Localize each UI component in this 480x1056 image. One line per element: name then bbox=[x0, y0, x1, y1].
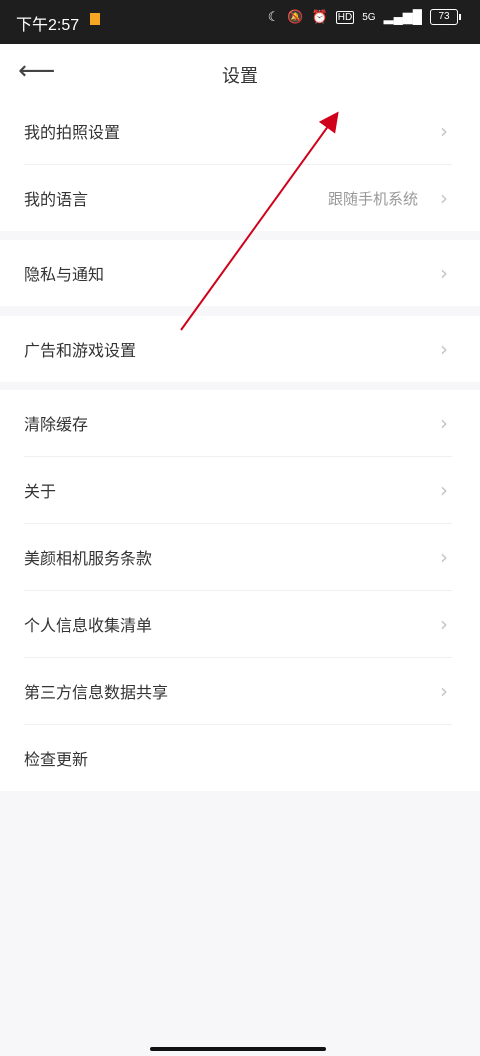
home-indicator[interactable] bbox=[150, 1047, 326, 1051]
alarm-icon: ⏰ bbox=[311, 9, 328, 24]
status-icons: ☾ 🔕 ⏰ HD 5G ▂▄▆█ 73 bbox=[267, 9, 461, 25]
chevron-right-icon: › bbox=[440, 337, 448, 361]
page-title: 设置 bbox=[222, 66, 258, 87]
hd-icon: HD bbox=[335, 10, 355, 24]
settings-row-clear-cache[interactable]: 清除缓存 › bbox=[24, 390, 452, 457]
row-label: 我的拍照设置 bbox=[24, 123, 121, 142]
status-time: 下午2:57 bbox=[16, 17, 80, 34]
chevron-right-icon: › bbox=[440, 186, 448, 210]
chevron-right-icon: › bbox=[440, 545, 448, 569]
settings-row-language[interactable]: 我的语言 跟随手机系统 › bbox=[24, 165, 452, 231]
mute-bell-icon: 🔕 bbox=[287, 9, 304, 24]
row-label: 清除缓存 bbox=[24, 415, 89, 434]
network-label: 5G bbox=[362, 11, 376, 23]
top-bar: ⟵ 设置 bbox=[0, 44, 480, 101]
chevron-right-icon: › bbox=[440, 478, 448, 502]
row-label: 个人信息收集清单 bbox=[24, 616, 153, 635]
row-label: 我的语言 bbox=[24, 190, 89, 209]
row-label: 美颜相机服务条款 bbox=[24, 549, 153, 568]
settings-group-2: 隐私与通知 › bbox=[0, 240, 480, 306]
row-label: 广告和游戏设置 bbox=[24, 341, 137, 360]
chevron-right-icon: › bbox=[440, 679, 448, 703]
battery-icon: 73 bbox=[430, 9, 461, 25]
signal-icon: ▂▄▆█ bbox=[383, 9, 422, 24]
row-label: 隐私与通知 bbox=[24, 265, 105, 284]
chevron-right-icon: › bbox=[440, 119, 448, 143]
row-label: 第三方信息数据共享 bbox=[24, 683, 169, 702]
settings-row-photo[interactable]: 我的拍照设置 › bbox=[24, 98, 452, 165]
settings-row-info-list[interactable]: 个人信息收集清单 › bbox=[24, 591, 452, 658]
row-label: 检查更新 bbox=[24, 750, 89, 769]
settings-row-privacy[interactable]: 隐私与通知 › bbox=[24, 240, 452, 306]
notification-flag-icon bbox=[90, 13, 100, 25]
chevron-right-icon: › bbox=[440, 612, 448, 636]
settings-row-about[interactable]: 关于 › bbox=[24, 457, 452, 524]
row-value: 跟随手机系统 bbox=[327, 189, 418, 208]
chevron-right-icon: › bbox=[440, 261, 448, 285]
settings-group-1: 我的拍照设置 › 我的语言 跟随手机系统 › bbox=[0, 98, 480, 231]
moon-icon: ☾ bbox=[267, 9, 280, 24]
settings-group-3: 广告和游戏设置 › bbox=[0, 316, 480, 382]
status-bar: 下午2:57 ☾ 🔕 ⏰ HD 5G ▂▄▆█ 73 bbox=[0, 0, 480, 44]
settings-row-third-party[interactable]: 第三方信息数据共享 › bbox=[24, 658, 452, 725]
settings-row-check-update[interactable]: 检查更新 bbox=[24, 725, 452, 791]
chevron-right-icon: › bbox=[440, 411, 448, 435]
settings-group-4: 清除缓存 › 关于 › 美颜相机服务条款 › 个人信息收集清单 › 第三方信息数… bbox=[0, 390, 480, 791]
settings-row-terms[interactable]: 美颜相机服务条款 › bbox=[24, 524, 452, 591]
settings-row-ads-games[interactable]: 广告和游戏设置 › bbox=[24, 316, 452, 382]
row-label: 关于 bbox=[24, 482, 57, 501]
